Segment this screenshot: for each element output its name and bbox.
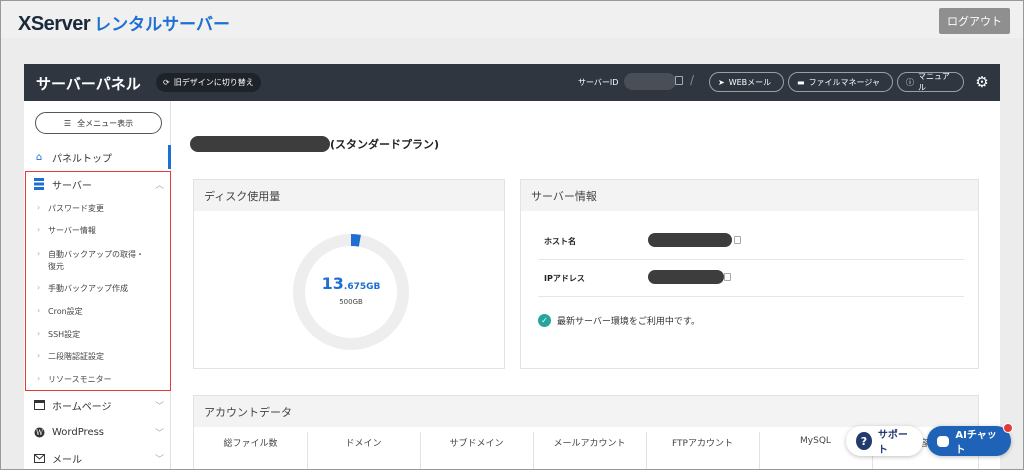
- divider: [538, 296, 964, 297]
- server-id-redacted: [624, 73, 676, 90]
- ai-chat-label: AIチャット: [955, 430, 997, 456]
- account-col-header: FTPアカウント: [672, 439, 733, 449]
- disk-used-value: 13.675GB: [291, 274, 411, 293]
- server-info-card: サーバー情報 ホスト名 IPアドレス ✓ 最新サーバー環境をご利用中です。: [520, 179, 979, 369]
- host-row: ホスト名: [521, 223, 978, 259]
- ip-label: IPアドレス: [544, 274, 585, 283]
- disk-used-int: 13: [321, 274, 344, 293]
- chat-bubble-icon: [937, 435, 950, 447]
- plan-title: (スタンダードプラン): [190, 136, 439, 152]
- chevron-down-icon[interactable]: ﹀: [155, 399, 164, 412]
- host-label: ホスト名: [544, 237, 576, 246]
- highlight-box: [25, 171, 171, 391]
- folder-icon: ▬: [797, 77, 805, 87]
- home-icon: ⌂: [35, 151, 43, 163]
- account-col-header: ドメイン: [345, 439, 382, 449]
- old-design-toggle[interactable]: ⟳ 旧デザインに切り替え: [156, 73, 261, 92]
- sidebar-item-wordpress[interactable]: W WordPress ﹀: [24, 420, 171, 444]
- file-manager-label: ファイルマネージャ: [808, 77, 881, 87]
- sidebar-item-homepage[interactable]: ホームページ ﹀: [24, 393, 171, 417]
- file-manager-button[interactable]: ▬ ファイルマネージャ: [788, 72, 893, 92]
- panel-title: サーバーパネル: [36, 75, 141, 93]
- webmail-label: WEBメール: [728, 77, 772, 87]
- host-redacted: [648, 233, 732, 247]
- gear-icon[interactable]: ⚙: [972, 72, 992, 92]
- card-title: ディスク使用量: [194, 180, 504, 211]
- account-col-header: 総ファイル数: [223, 439, 278, 449]
- manual-button[interactable]: ⓘ マニュアル: [897, 72, 964, 92]
- panel-header: サーバーパネル ⟳ 旧デザインに切り替え サーバーID / ➤ WEBメール ▬ フ…: [24, 64, 1000, 101]
- status-text: 最新サーバー環境をご利用中です。: [557, 317, 701, 327]
- top-bar: XServer レンタルサーバー ログアウト: [1, 1, 1023, 38]
- chevron-down-icon[interactable]: ﹀: [155, 452, 164, 465]
- svg-text:W: W: [35, 429, 43, 437]
- card-title: アカウントデータ: [194, 396, 978, 427]
- ip-row: IPアドレス: [521, 260, 978, 296]
- disk-donut: 13.675GB 500GB: [291, 232, 411, 352]
- server-status: ✓ 最新サーバー環境をご利用中です。: [538, 314, 700, 327]
- disk-total: 500GB: [339, 298, 363, 306]
- disk-used-decimal: .675GB: [343, 282, 381, 292]
- sidebar-item-label: メール: [52, 454, 82, 466]
- all-menu-label: 全メニュー表示: [77, 118, 134, 128]
- support-button[interactable]: ? サポート: [846, 426, 923, 456]
- sidebar-item-mail[interactable]: メール ﹀: [24, 446, 171, 470]
- brand-product: レンタルサーバー: [94, 15, 230, 34]
- sidebar-item-label: パネルトップ: [52, 153, 112, 165]
- all-menu-button[interactable]: ☰ 全メニュー表示: [35, 112, 162, 134]
- send-icon: ➤: [718, 77, 725, 87]
- mail-icon: [33, 452, 45, 464]
- copy-icon[interactable]: [734, 236, 741, 244]
- sidebar-item-label: ホームページ: [52, 401, 112, 413]
- notification-dot: [1003, 423, 1013, 433]
- sidebar-item-label: WordPress: [52, 426, 105, 438]
- account-col-header: メールアカウント: [553, 439, 626, 449]
- ip-redacted: [648, 270, 724, 284]
- support-label: サポート: [877, 430, 908, 456]
- active-indicator: [168, 145, 171, 169]
- manual-label: マニュアル: [918, 72, 950, 92]
- window-icon: [33, 399, 45, 411]
- check-circle-icon: ✓: [538, 314, 551, 327]
- sidebar-item-top[interactable]: ⌂ パネルトップ: [24, 145, 171, 169]
- account-name-redacted: [190, 136, 330, 152]
- chevron-down-icon[interactable]: ﹀: [155, 426, 164, 439]
- logout-button[interactable]: ログアウト: [939, 8, 1010, 34]
- disk-usage-card: ディスク使用量 13.675GB 500GB: [193, 179, 505, 369]
- copy-icon[interactable]: [675, 76, 683, 85]
- old-design-label: 旧デザインに切り替え: [173, 78, 254, 87]
- help-icon: ⓘ: [906, 77, 914, 87]
- account-col-header: サブドメイン: [449, 439, 504, 449]
- divider-slash: /: [690, 73, 695, 87]
- brand-name: XServer: [18, 13, 91, 35]
- server-id-label: サーバーID: [578, 78, 619, 87]
- wordpress-icon: W: [33, 426, 45, 438]
- webmail-button[interactable]: ➤ WEBメール: [709, 72, 784, 92]
- refresh-icon: ⟳: [163, 78, 170, 87]
- xserver-logo[interactable]: XServer レンタルサーバー: [18, 10, 230, 36]
- question-icon: ?: [856, 432, 872, 450]
- copy-icon[interactable]: [724, 273, 731, 281]
- card-title: サーバー情報: [521, 180, 978, 211]
- menu-icon: ☰: [63, 118, 72, 128]
- plan-label: (スタンダードプラン): [330, 138, 440, 151]
- ai-chat-button[interactable]: AIチャット: [927, 426, 1011, 456]
